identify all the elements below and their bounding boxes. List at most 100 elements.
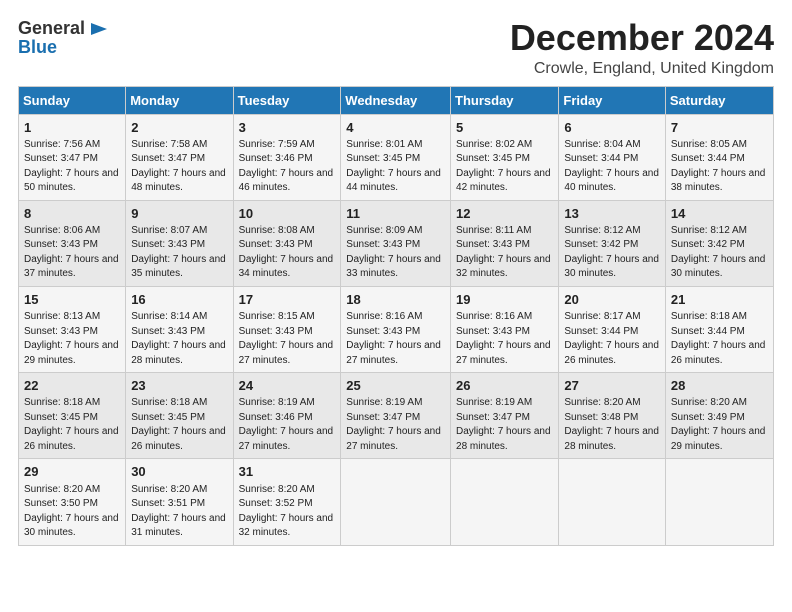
calendar-cell: 8Sunrise: 8:06 AMSunset: 3:43 PMDaylight… <box>19 200 126 286</box>
calendar-cell: 26Sunrise: 8:19 AMSunset: 3:47 PMDayligh… <box>451 373 559 459</box>
calendar-cell: 6Sunrise: 8:04 AMSunset: 3:44 PMDaylight… <box>559 114 665 200</box>
calendar-cell: 19Sunrise: 8:16 AMSunset: 3:43 PMDayligh… <box>451 286 559 372</box>
col-header-thursday: Thursday <box>451 86 559 114</box>
day-detail: Sunrise: 8:09 AMSunset: 3:43 PMDaylight:… <box>346 224 446 282</box>
calendar-cell: 29 Sunrise: 8:20 AMSunset: 3:50 PMDayligh… <box>19 459 126 545</box>
day-detail: Sunrise: 8:15 AMSunset: 3:43 PMDaylight:… <box>239 310 337 368</box>
calendar-cell: 22Sunrise: 8:18 AMSunset: 3:45 PMDayligh… <box>19 373 126 459</box>
calendar-cell: 11Sunrise: 8:09 AMSunset: 3:43 PMDayligh… <box>341 200 451 286</box>
calendar-cell: 9Sunrise: 8:07 AMSunset: 3:43 PMDaylight… <box>126 200 233 286</box>
day-detail: Sunrise: 8:13 AMSunset: 3:43 PMDaylight:… <box>24 310 121 368</box>
header: General Blue December 2024 Crowle, Engla… <box>18 18 774 78</box>
day-number: 6 <box>564 119 660 137</box>
calendar-cell: 14Sunrise: 8:12 AMSunset: 3:42 PMDayligh… <box>665 200 773 286</box>
col-header-monday: Monday <box>126 86 233 114</box>
day-number: 17 <box>239 291 337 309</box>
calendar-cell: 1Sunrise: 7:56 AMSunset: 3:47 PMDaylight… <box>19 114 126 200</box>
day-number: 21 <box>671 291 769 309</box>
calendar-cell: 17Sunrise: 8:15 AMSunset: 3:43 PMDayligh… <box>233 286 341 372</box>
col-header-tuesday: Tuesday <box>233 86 341 114</box>
logo-text-blue: Blue <box>18 37 57 58</box>
day-detail: Sunrise: 8:18 AMSunset: 3:44 PMDaylight:… <box>671 310 769 368</box>
calendar-cell <box>559 459 665 545</box>
calendar-cell: 20Sunrise: 8:17 AMSunset: 3:44 PMDayligh… <box>559 286 665 372</box>
day-number: 16 <box>131 291 228 309</box>
day-detail: Sunrise: 8:19 AMSunset: 3:47 PMDaylight:… <box>346 396 446 454</box>
calendar-cell: 2Sunrise: 7:58 AMSunset: 3:47 PMDaylight… <box>126 114 233 200</box>
day-number: 14 <box>671 205 769 223</box>
day-detail: Sunrise: 8:06 AMSunset: 3:43 PMDaylight:… <box>24 224 121 282</box>
day-number: 2 <box>131 119 228 137</box>
calendar-cell: 15Sunrise: 8:13 AMSunset: 3:43 PMDayligh… <box>19 286 126 372</box>
header-row: SundayMondayTuesdayWednesdayThursdayFrid… <box>19 86 774 114</box>
col-header-saturday: Saturday <box>665 86 773 114</box>
calendar-cell: 23Sunrise: 8:18 AMSunset: 3:45 PMDayligh… <box>126 373 233 459</box>
day-number: 15 <box>24 291 121 309</box>
day-detail: Sunrise: 8:20 AMSunset: 3:50 PMDaylight:… <box>24 483 121 541</box>
day-number: 10 <box>239 205 337 223</box>
calendar-cell: 16Sunrise: 8:14 AMSunset: 3:43 PMDayligh… <box>126 286 233 372</box>
calendar-cell <box>665 459 773 545</box>
day-number: 31 <box>239 463 337 481</box>
col-header-wednesday: Wednesday <box>341 86 451 114</box>
day-number: 3 <box>239 119 337 137</box>
calendar-week-3: 15Sunrise: 8:13 AMSunset: 3:43 PMDayligh… <box>19 286 774 372</box>
day-detail: Sunrise: 8:18 AMSunset: 3:45 PMDaylight:… <box>131 396 228 454</box>
day-detail: Sunrise: 8:16 AMSunset: 3:43 PMDaylight:… <box>346 310 446 368</box>
day-number: 30 <box>131 463 228 481</box>
day-detail: Sunrise: 8:19 AMSunset: 3:46 PMDaylight:… <box>239 396 337 454</box>
day-number: 4 <box>346 119 446 137</box>
day-number: 5 <box>456 119 554 137</box>
calendar-cell: 31Sunrise: 8:20 AMSunset: 3:52 PMDayligh… <box>233 459 341 545</box>
day-detail: Sunrise: 8:04 AMSunset: 3:44 PMDaylight:… <box>564 138 660 196</box>
day-detail: Sunrise: 8:01 AMSunset: 3:45 PMDaylight:… <box>346 138 446 196</box>
col-header-sunday: Sunday <box>19 86 126 114</box>
calendar-cell: 10Sunrise: 8:08 AMSunset: 3:43 PMDayligh… <box>233 200 341 286</box>
day-detail: Sunrise: 8:17 AMSunset: 3:44 PMDaylight:… <box>564 310 660 368</box>
day-number: 19 <box>456 291 554 309</box>
day-number: 7 <box>671 119 769 137</box>
calendar-cell: 12Sunrise: 8:11 AMSunset: 3:43 PMDayligh… <box>451 200 559 286</box>
day-number: 22 <box>24 377 121 395</box>
day-detail: Sunrise: 7:58 AMSunset: 3:47 PMDaylight:… <box>131 138 228 196</box>
calendar-cell: 7Sunrise: 8:05 AMSunset: 3:44 PMDaylight… <box>665 114 773 200</box>
calendar-week-4: 22Sunrise: 8:18 AMSunset: 3:45 PMDayligh… <box>19 373 774 459</box>
day-detail: Sunrise: 7:56 AMSunset: 3:47 PMDaylight:… <box>24 138 121 196</box>
page: General Blue December 2024 Crowle, Engla… <box>0 0 792 612</box>
calendar-cell: 27Sunrise: 8:20 AMSunset: 3:48 PMDayligh… <box>559 373 665 459</box>
calendar-body: 1Sunrise: 7:56 AMSunset: 3:47 PMDaylight… <box>19 114 774 545</box>
calendar-cell: 13Sunrise: 8:12 AMSunset: 3:42 PMDayligh… <box>559 200 665 286</box>
day-number: 18 <box>346 291 446 309</box>
day-detail: Sunrise: 8:18 AMSunset: 3:45 PMDaylight:… <box>24 396 121 454</box>
day-detail: Sunrise: 8:16 AMSunset: 3:43 PMDaylight:… <box>456 310 554 368</box>
day-detail: Sunrise: 8:08 AMSunset: 3:43 PMDaylight:… <box>239 224 337 282</box>
location-subtitle: Crowle, England, United Kingdom <box>510 60 774 78</box>
day-number: 28 <box>671 377 769 395</box>
calendar-cell: 24Sunrise: 8:19 AMSunset: 3:46 PMDayligh… <box>233 373 341 459</box>
calendar-cell: 18Sunrise: 8:16 AMSunset: 3:43 PMDayligh… <box>341 286 451 372</box>
day-detail: Sunrise: 8:05 AMSunset: 3:44 PMDaylight:… <box>671 138 769 196</box>
calendar-cell: 3Sunrise: 7:59 AMSunset: 3:46 PMDaylight… <box>233 114 341 200</box>
day-number: 1 <box>24 119 121 137</box>
calendar-cell <box>341 459 451 545</box>
logo: General Blue <box>18 18 109 58</box>
day-number: 20 <box>564 291 660 309</box>
month-title: December 2024 <box>510 18 774 58</box>
day-number: 11 <box>346 205 446 223</box>
calendar-cell <box>451 459 559 545</box>
day-detail: Sunrise: 8:07 AMSunset: 3:43 PMDaylight:… <box>131 224 228 282</box>
day-number: 29 <box>24 463 121 481</box>
day-detail: Sunrise: 8:20 AMSunset: 3:51 PMDaylight:… <box>131 483 228 541</box>
calendar-cell: 28Sunrise: 8:20 AMSunset: 3:49 PMDayligh… <box>665 373 773 459</box>
calendar-week-2: 8Sunrise: 8:06 AMSunset: 3:43 PMDaylight… <box>19 200 774 286</box>
title-block: December 2024 Crowle, England, United Ki… <box>510 18 774 78</box>
day-number: 27 <box>564 377 660 395</box>
logo-text-general: General <box>18 18 85 39</box>
day-detail: Sunrise: 8:12 AMSunset: 3:42 PMDaylight:… <box>564 224 660 282</box>
calendar-cell: 30 Sunrise: 8:20 AMSunset: 3:51 PMDayligh… <box>126 459 233 545</box>
day-detail: Sunrise: 8:19 AMSunset: 3:47 PMDaylight:… <box>456 396 554 454</box>
calendar-cell: 25Sunrise: 8:19 AMSunset: 3:47 PMDayligh… <box>341 373 451 459</box>
col-header-friday: Friday <box>559 86 665 114</box>
day-detail: Sunrise: 8:11 AMSunset: 3:43 PMDaylight:… <box>456 224 554 282</box>
day-detail: Sunrise: 8:20 AMSunset: 3:49 PMDaylight:… <box>671 396 769 454</box>
